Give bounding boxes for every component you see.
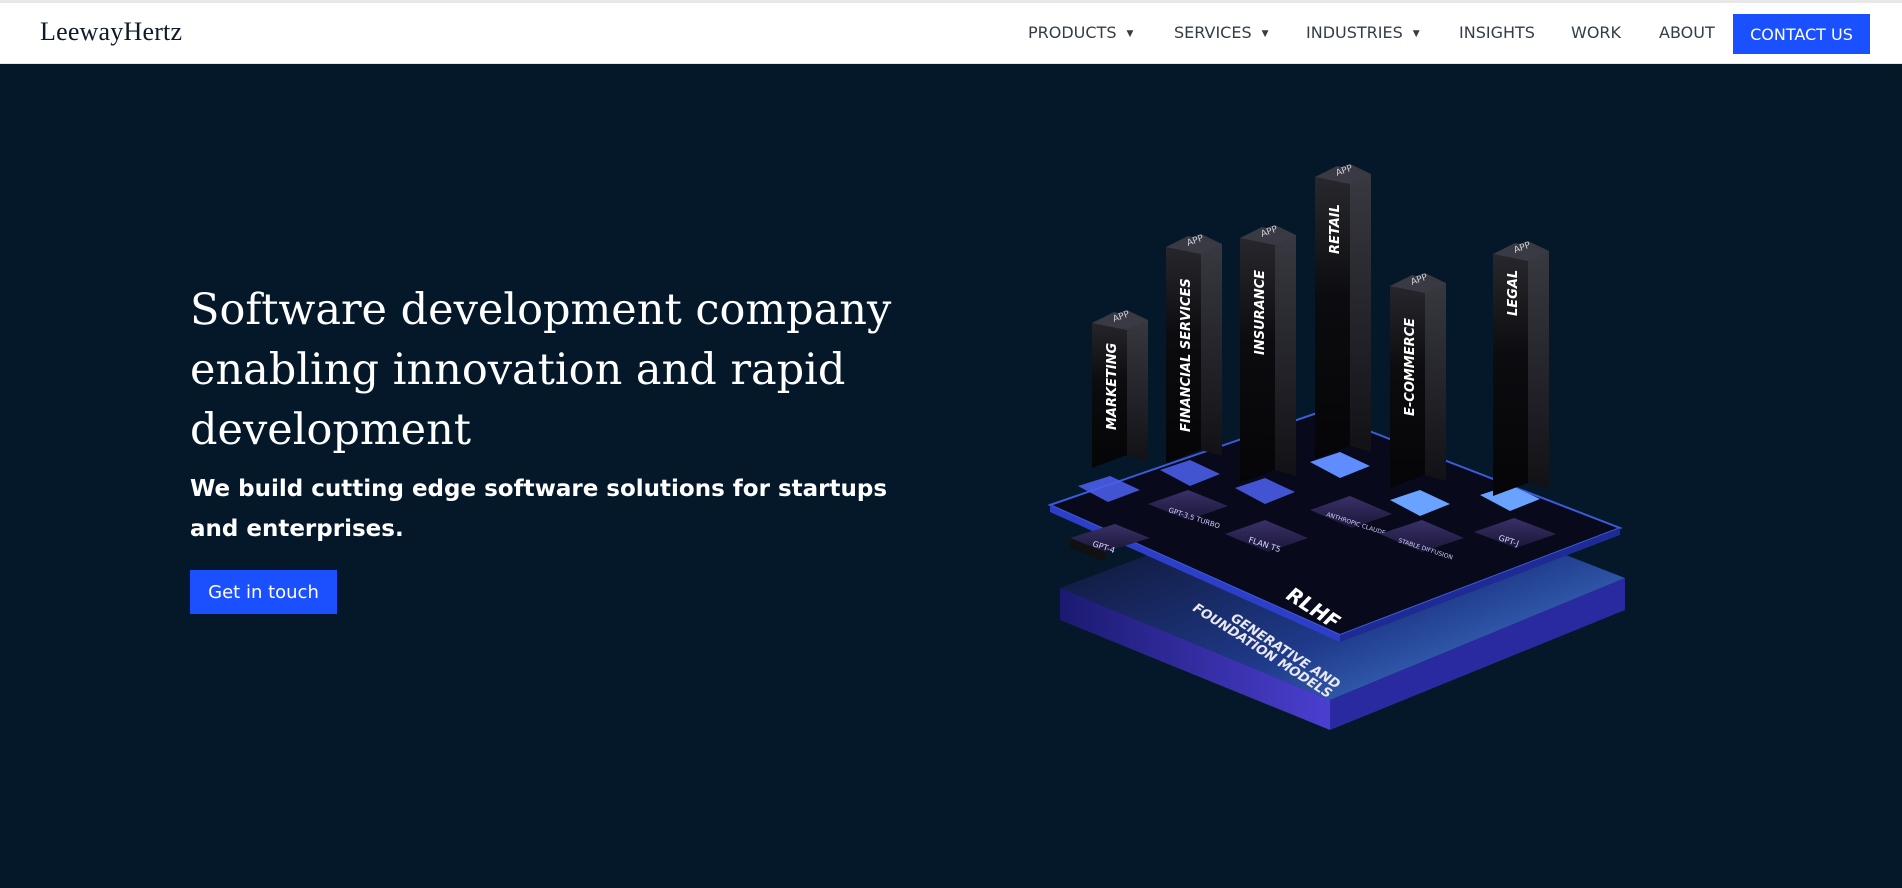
tower-ecommerce: E-COMMERCE APP (1390, 272, 1446, 488)
tower-insurance: INSURANCE APP (1240, 224, 1296, 483)
tower-legal: LEGAL APP (1493, 240, 1549, 496)
app-towers: MARKETING APP FINANCIAL SERVICES APP INS… (1092, 163, 1549, 496)
ai-stack-illustration: GENERATIVE AND FOUNDATION MODELS RLHF GP… (1047, 163, 1625, 730)
caret-down-icon: ▼ (1261, 29, 1269, 39)
tower-label-ecommerce: E-COMMERCE (1403, 318, 1418, 416)
nav-services[interactable]: SERVICES ▼ (1174, 23, 1269, 42)
brand-logo[interactable]: LeewayHertz (40, 17, 182, 47)
hero-subheadline: We build cutting edge software solutions… (190, 476, 888, 542)
nav-industries-label: INDUSTRIES (1306, 23, 1403, 42)
tower-label-marketing: MARKETING (1105, 342, 1120, 430)
top-navbar: LeewayHertz PRODUCTS ▼ SERVICES ▼ INDUSTRI… (0, 3, 1902, 64)
contact-us-button[interactable]: CONTACT US (1733, 14, 1870, 54)
nav-products-label: PRODUCTS (1028, 23, 1117, 42)
tower-label-insurance: INSURANCE (1253, 270, 1268, 355)
tower-label-retail: RETAIL (1328, 204, 1343, 254)
caret-down-icon: ▼ (1412, 29, 1420, 39)
tower-financial-services: FINANCIAL SERVICES APP (1166, 233, 1222, 463)
caret-down-icon: ▼ (1126, 29, 1134, 39)
nav-industries[interactable]: INDUSTRIES ▼ (1306, 23, 1420, 42)
tower-label-financial-services: FINANCIAL SERVICES (1179, 278, 1194, 432)
nav-work[interactable]: WORK (1571, 23, 1621, 42)
tower-marketing: MARKETING APP (1092, 309, 1148, 468)
nav-products[interactable]: PRODUCTS ▼ (1028, 23, 1133, 42)
hero-headline: Software development company enabling in… (190, 285, 892, 455)
nav-insights[interactable]: INSIGHTS (1459, 23, 1535, 42)
nav-services-label: SERVICES (1174, 23, 1252, 42)
tower-label-legal: LEGAL (1506, 270, 1521, 316)
tower-retail: RETAIL APP (1315, 163, 1371, 459)
get-in-touch-button[interactable]: Get in touch (190, 570, 337, 614)
nav-about[interactable]: ABOUT (1659, 23, 1715, 42)
